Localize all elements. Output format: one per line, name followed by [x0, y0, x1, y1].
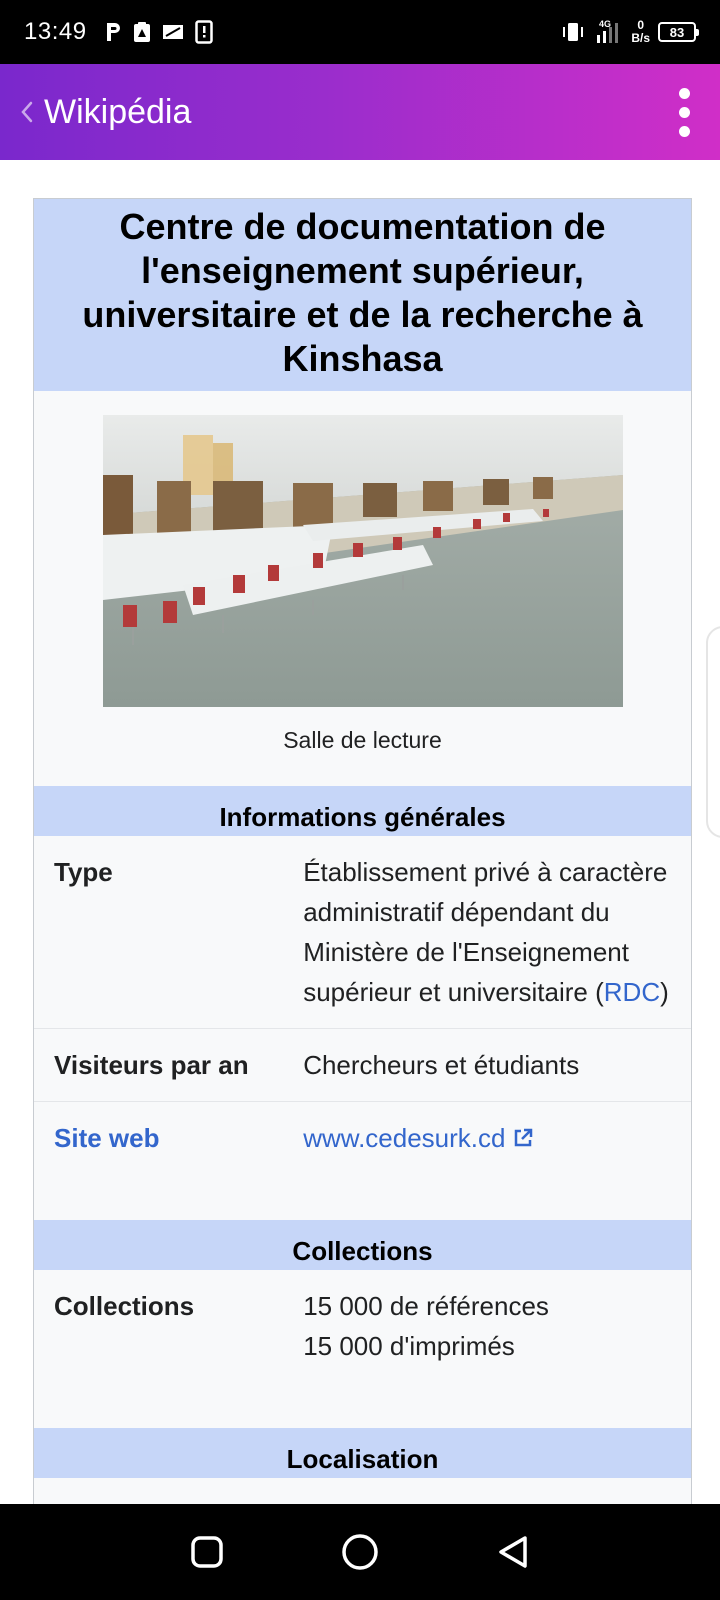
- rdc-link[interactable]: RDC: [604, 977, 660, 1007]
- row-value-collections: 15 000 de références 15 000 d'imprimés: [303, 1286, 691, 1366]
- parking-icon: [105, 21, 123, 43]
- notification-icons: [105, 20, 213, 44]
- article-content: Centre de documentation de l'enseignemen…: [0, 160, 720, 1504]
- sim-card-icon: [161, 21, 185, 43]
- vibrate-icon: [561, 21, 585, 43]
- phone-alert-icon: [194, 20, 213, 44]
- section-header-location: Localisation: [34, 1428, 691, 1478]
- section-header-collections: Collections: [34, 1220, 691, 1270]
- more-options-icon[interactable]: [664, 82, 704, 142]
- recents-square-icon[interactable]: [183, 1528, 231, 1576]
- section-header-general: Informations générales: [34, 786, 691, 836]
- external-link-icon: [514, 1128, 532, 1147]
- infobox-title: Centre de documentation de l'enseignemen…: [34, 199, 691, 391]
- location-row-partial: [34, 1478, 691, 1504]
- battery-icon: 83: [658, 22, 699, 42]
- back-chevron-icon[interactable]: [16, 96, 38, 128]
- reading-room-image[interactable]: [102, 415, 623, 707]
- system-icons: 4G 0 B/s 83: [561, 19, 699, 45]
- home-circle-icon[interactable]: [336, 1528, 384, 1576]
- status-time: 13:49: [24, 18, 87, 45]
- battery-level: 83: [669, 24, 685, 40]
- infobox-row-collections: Collections 15 000 de références 15 000 …: [34, 1270, 691, 1382]
- alert-clipboard-icon: [133, 21, 151, 43]
- row-value-website: www.cedesurk.cd: [303, 1118, 691, 1158]
- website-link[interactable]: www.cedesurk.cd: [303, 1123, 505, 1153]
- image-caption: Salle de lecture: [283, 727, 442, 753]
- collections-line-2: 15 000 d'imprimés: [303, 1331, 515, 1361]
- navigation-bar: [0, 1504, 720, 1600]
- edge-panel-handle[interactable]: [706, 626, 720, 838]
- row-label-collections: Collections: [54, 1291, 195, 1321]
- collections-line-1: 15 000 de références: [303, 1291, 549, 1321]
- infobox-row-type: Type Établissement privé à caractère adm…: [34, 836, 691, 1029]
- net-speed: 0 B/s: [631, 19, 650, 45]
- net-speed-unit: B/s: [631, 31, 650, 45]
- signal-icon: 4G: [593, 19, 623, 45]
- status-bar: 13:49 4G 0 B/s 83: [0, 0, 720, 64]
- row-value-type: Établissement privé à caractère administ…: [303, 852, 691, 1012]
- type-value-end: ): [660, 977, 669, 1007]
- infobox-row-website: Site web www.cedesurk.cd: [34, 1102, 691, 1174]
- row-value-visitors: Chercheurs et étudiants: [303, 1050, 580, 1080]
- app-title[interactable]: Wikipédia: [44, 93, 191, 132]
- infobox-image-container: [34, 391, 691, 707]
- row-label-website[interactable]: Site web: [34, 1122, 303, 1158]
- row-label-type: Type: [54, 857, 113, 887]
- back-triangle-icon[interactable]: [489, 1528, 537, 1576]
- infobox: Centre de documentation de l'enseignemen…: [33, 198, 692, 1504]
- app-bar: Wikipédia: [0, 64, 720, 160]
- row-label-visitors: Visiteurs par an: [54, 1050, 249, 1080]
- infobox-row-visitors: Visiteurs par an Chercheurs et étudiants: [34, 1029, 691, 1102]
